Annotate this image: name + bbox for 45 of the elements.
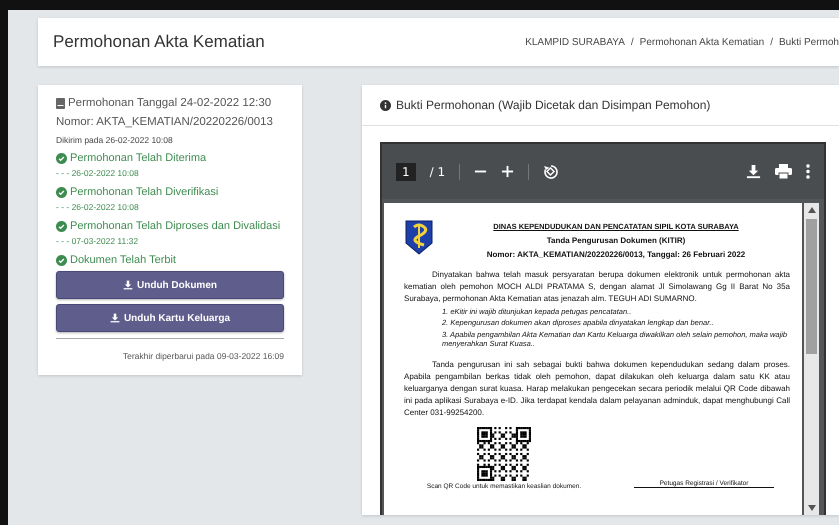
scroll-down-icon[interactable] xyxy=(808,505,816,511)
more-options-button[interactable] xyxy=(806,164,810,179)
page-number-field[interactable]: 1 xyxy=(396,162,416,180)
step-label: Dokumen Telah Terbit xyxy=(70,254,176,266)
document-number: Nomor: AKTA_KEMATIAN/20220226/0013, Tanggal: 26 Februari 2022 xyxy=(486,250,746,259)
download-icon xyxy=(123,280,133,290)
card-title: Bukti Permohonan (Wajib Dicetak dan Disimpan Pemohon) xyxy=(396,98,710,112)
step-time: - - - 07-03-2022 11:32 xyxy=(56,236,140,246)
scroll-up-icon[interactable] xyxy=(808,207,816,213)
breadcrumb-separator: / xyxy=(630,36,634,48)
scrollbar[interactable] xyxy=(804,203,819,515)
step-label: Permohonan Telah Diverifikasi xyxy=(70,186,218,198)
download-button[interactable] xyxy=(746,164,761,179)
document-subtitle: Tanda Pengurusan Dokumen (KITIR) xyxy=(546,236,686,245)
step-time: - - - 26-02-2022 10:08 xyxy=(56,202,140,212)
download-button[interactable]: Unduh Dokumen xyxy=(56,271,284,299)
rotate-button[interactable] xyxy=(543,164,560,180)
last-updated: Terakhir diperbarui pada 09-03-2022 16:09 xyxy=(122,351,284,361)
download-icon xyxy=(110,313,120,323)
request-number: Nomor: AKTA_KEMATIAN/20220226/0013 xyxy=(56,116,273,128)
step-time: - - - 26-02-2022 10:08 xyxy=(56,168,140,178)
city-emblem-icon xyxy=(404,219,434,255)
page-title: Permohonan Akta Kematian xyxy=(53,32,265,52)
document-intro: Dinyatakan bahwa telah masuk persyaratan berupa dokumen elektronik untuk permohonan akta kematian oleh pemohon MOCH ALDI PRATAMA S, dengan alamat Jl Simolawang Gg II Barat No 35a Surabaya, permohonan Akta Kematian atas jenazah alm. TEGUH ADI SUMARNO. xyxy=(404,269,790,305)
check-circle-icon xyxy=(56,152,67,164)
page-count: / 1 xyxy=(430,164,446,178)
document-body: Tanda pengurusan ini sah sebagai bukti bahwa dokumen kependudukan sedang dalam proses. Apabila pengambilan berkas tidak oleh pemohon, dapat dilakukan oleh keluarga dalam satu KK atau keluarganya dengan surat kuasa. Harap melakukan pengecekan secara periodik melalui QR Code dibawah ini pada aplikasi Surabaya e-ID. Jika terdapat kendala dalam pelayanan adminduk, dapat menghubungi Call Center 031-99254200. xyxy=(404,358,790,418)
document-icon xyxy=(56,98,65,108)
check-circle-icon xyxy=(56,186,67,198)
step-label: Permohonan Telah Diproses dan Divalidasi xyxy=(70,220,280,232)
check-circle-icon xyxy=(56,254,67,266)
breadcrumb-item[interactable]: KLAMPID SURABAYA xyxy=(525,36,625,48)
request-date: Permohonan Tanggal 24-02-2022 12:30 xyxy=(68,97,272,109)
download-button[interactable]: Unduh Kartu Keluarga xyxy=(56,304,284,332)
print-button[interactable] xyxy=(775,164,792,179)
info-icon xyxy=(380,100,391,110)
sent-date: Dikirim pada 26-02-2022 10:08 xyxy=(56,135,173,145)
qr-code xyxy=(477,426,531,480)
check-circle-icon xyxy=(56,220,67,232)
breadcrumb-separator: / xyxy=(770,36,773,48)
breadcrumb-item: Bukti Permoh xyxy=(778,36,839,48)
breadcrumb-item[interactable]: Permohonan Akta Kematian xyxy=(640,36,764,48)
download-icon xyxy=(746,164,761,179)
zoom-in-button[interactable] xyxy=(501,165,514,178)
step-label: Permohonan Telah Diterima xyxy=(70,152,206,164)
